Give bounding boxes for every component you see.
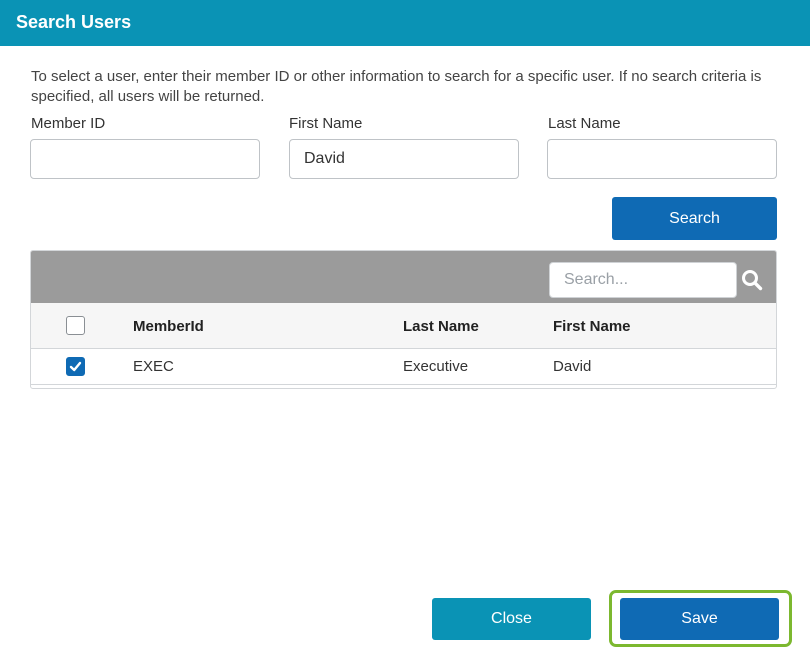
checkmark-icon [69, 361, 82, 372]
close-button[interactable]: Close [432, 598, 591, 640]
search-users-dialog: Search Users To select a user, enter the… [0, 0, 810, 659]
grid-toolbar [31, 251, 776, 303]
search-button[interactable]: Search [612, 197, 777, 240]
grid-search-input[interactable] [549, 262, 737, 298]
search-icon[interactable] [741, 269, 763, 291]
cell-first-name: David [553, 358, 592, 375]
member-id-input[interactable] [30, 139, 260, 179]
table-row[interactable]: EXEC Executive David [31, 349, 776, 385]
last-name-input[interactable] [547, 139, 777, 179]
column-header-memberid[interactable]: MemberId [133, 318, 204, 335]
last-name-label: Last Name [548, 115, 621, 132]
cell-last-name: Executive [403, 358, 469, 375]
member-id-label: Member ID [31, 115, 106, 132]
column-header-last-name[interactable]: Last Name [403, 318, 479, 335]
users-grid: MemberId Last Name First Name EXEC Execu… [30, 250, 777, 389]
select-all-checkbox[interactable] [66, 316, 85, 335]
first-name-input[interactable] [289, 139, 519, 179]
save-button[interactable]: Save [620, 598, 779, 640]
grid-header-row: MemberId Last Name First Name [31, 303, 776, 349]
dialog-description: To select a user, enter their member ID … [31, 68, 762, 105]
row-checkbox[interactable] [66, 357, 85, 376]
cell-member-id: EXEC [133, 358, 174, 375]
column-header-first-name[interactable]: First Name [553, 318, 631, 335]
first-name-label: First Name [289, 115, 363, 132]
dialog-title: Search Users [0, 0, 810, 46]
